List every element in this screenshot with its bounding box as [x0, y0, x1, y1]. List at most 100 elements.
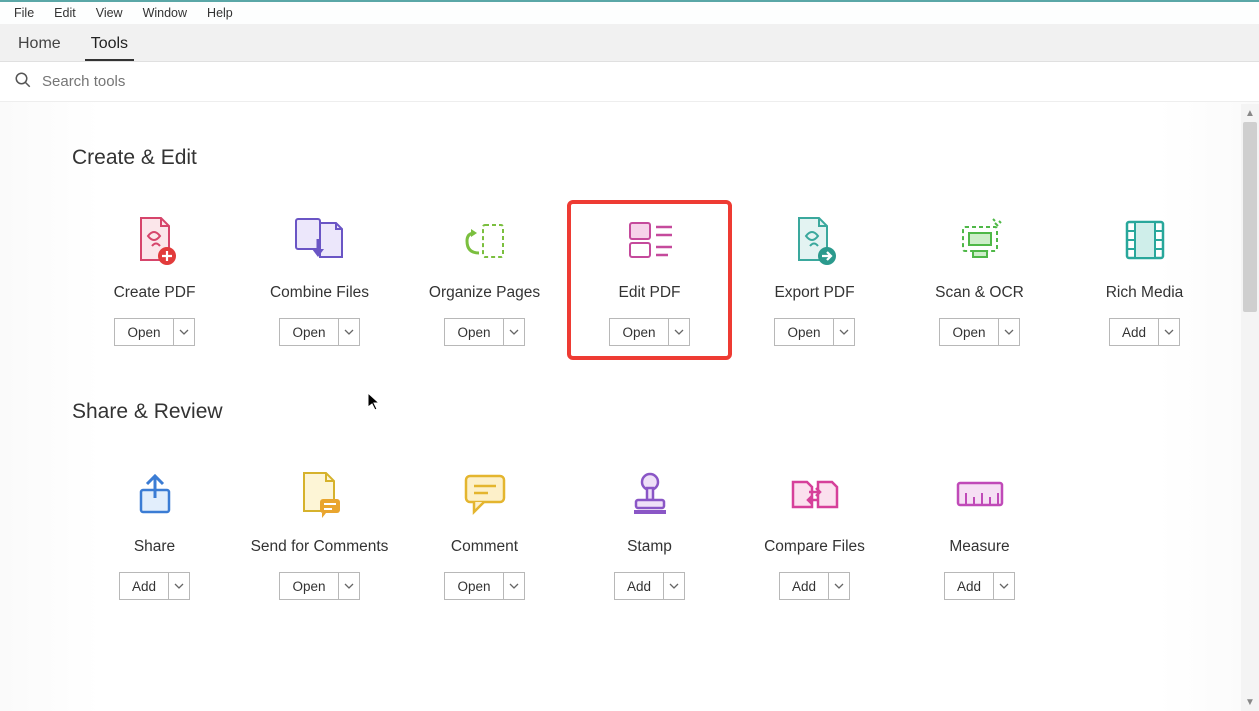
- dropdown-caret[interactable]: [1159, 319, 1179, 345]
- dropdown-caret[interactable]: [169, 573, 189, 599]
- scroll-down-icon[interactable]: ▼: [1241, 693, 1259, 711]
- tab-tools[interactable]: Tools: [85, 27, 134, 61]
- add-button[interactable]: Add: [945, 573, 994, 599]
- tool-share[interactable]: Share Add: [72, 454, 237, 600]
- scroll-up-icon[interactable]: ▲: [1241, 104, 1259, 122]
- tab-home[interactable]: Home: [12, 27, 67, 61]
- tool-actions: Open: [939, 318, 1019, 346]
- tool-actions: Open: [774, 318, 854, 346]
- tool-scan-ocr[interactable]: Scan & OCR Open: [897, 200, 1062, 360]
- tool-edit-pdf[interactable]: Edit PDF Open: [567, 200, 732, 360]
- section-title-share-review: Share & Review: [72, 400, 1199, 424]
- scrollbar[interactable]: ▲ ▼: [1241, 104, 1259, 711]
- menu-bar: File Edit View Window Help: [0, 0, 1259, 24]
- tool-label: Measure: [949, 538, 1009, 556]
- open-button[interactable]: Open: [280, 573, 338, 599]
- tool-create-pdf[interactable]: Create PDF Open: [72, 200, 237, 360]
- tool-label: Send for Comments: [251, 538, 389, 556]
- tool-label: Comment: [451, 538, 518, 556]
- nav-tabs: Home Tools: [0, 24, 1259, 62]
- tools-panel: Create & Edit Create PDF Open: [0, 102, 1259, 711]
- dropdown-caret[interactable]: [174, 319, 194, 345]
- dropdown-caret[interactable]: [669, 319, 689, 345]
- open-button[interactable]: Open: [775, 319, 833, 345]
- tool-label: Combine Files: [270, 284, 369, 302]
- export-pdf-icon: [785, 214, 845, 266]
- open-button[interactable]: Open: [610, 319, 668, 345]
- tool-label: Share: [134, 538, 175, 556]
- tool-label: Create PDF: [114, 284, 196, 302]
- tool-actions: Add: [1109, 318, 1180, 346]
- tool-label: Scan & OCR: [935, 284, 1024, 302]
- open-button[interactable]: Open: [445, 573, 503, 599]
- tool-label: Organize Pages: [429, 284, 540, 302]
- dropdown-caret[interactable]: [504, 319, 524, 345]
- combine-files-icon: [290, 214, 350, 266]
- create-pdf-icon: [125, 214, 185, 266]
- send-for-comments-icon: [290, 468, 350, 520]
- tool-rich-media[interactable]: Rich Media Add: [1062, 200, 1227, 360]
- scan-ocr-icon: [950, 214, 1010, 266]
- add-button[interactable]: Add: [1110, 319, 1159, 345]
- tool-label: Stamp: [627, 538, 672, 556]
- menu-window[interactable]: Window: [135, 4, 195, 22]
- tool-label: Edit PDF: [618, 284, 680, 302]
- tool-compare-files[interactable]: Compare Files Add: [732, 454, 897, 600]
- tool-label: Compare Files: [764, 538, 865, 556]
- dropdown-caret[interactable]: [339, 319, 359, 345]
- tool-send-for-comments[interactable]: Send for Comments Open: [237, 454, 402, 600]
- tool-label: Export PDF: [774, 284, 854, 302]
- section-create-edit: Create & Edit Create PDF Open: [72, 146, 1199, 360]
- tool-actions: Add: [119, 572, 190, 600]
- tool-actions: Open: [279, 572, 359, 600]
- open-button[interactable]: Open: [445, 319, 503, 345]
- open-button[interactable]: Open: [940, 319, 998, 345]
- open-button[interactable]: Open: [280, 319, 338, 345]
- menu-file[interactable]: File: [6, 4, 42, 22]
- share-icon: [125, 468, 185, 520]
- tool-actions: Open: [114, 318, 194, 346]
- tool-actions: Add: [779, 572, 850, 600]
- rich-media-icon: [1115, 214, 1175, 266]
- tool-actions: Open: [444, 318, 524, 346]
- tool-actions: Open: [444, 572, 524, 600]
- section-share-review: Share & Review Share Add: [72, 400, 1199, 600]
- open-button[interactable]: Open: [115, 319, 173, 345]
- search-input[interactable]: [42, 73, 442, 90]
- tool-combine-files[interactable]: Combine Files Open: [237, 200, 402, 360]
- dropdown-caret[interactable]: [339, 573, 359, 599]
- stamp-icon: [620, 468, 680, 520]
- tool-label: Rich Media: [1106, 284, 1184, 302]
- tool-actions: Open: [609, 318, 689, 346]
- add-button[interactable]: Add: [780, 573, 829, 599]
- scroll-thumb[interactable]: [1243, 122, 1257, 312]
- comment-icon: [455, 468, 515, 520]
- section-title-create-edit: Create & Edit: [72, 146, 1199, 170]
- dropdown-caret[interactable]: [829, 573, 849, 599]
- dropdown-caret[interactable]: [994, 573, 1014, 599]
- tool-stamp[interactable]: Stamp Add: [567, 454, 732, 600]
- menu-view[interactable]: View: [88, 4, 131, 22]
- tool-measure[interactable]: Measure Add: [897, 454, 1062, 600]
- tool-export-pdf[interactable]: Export PDF Open: [732, 200, 897, 360]
- organize-pages-icon: [455, 214, 515, 266]
- search-bar: [0, 62, 1259, 102]
- measure-icon: [950, 468, 1010, 520]
- menu-help[interactable]: Help: [199, 4, 241, 22]
- dropdown-caret[interactable]: [504, 573, 524, 599]
- add-button[interactable]: Add: [120, 573, 169, 599]
- dropdown-caret[interactable]: [834, 319, 854, 345]
- dropdown-caret[interactable]: [664, 573, 684, 599]
- tool-actions: Open: [279, 318, 359, 346]
- search-icon: [14, 71, 32, 92]
- tool-organize-pages[interactable]: Organize Pages Open: [402, 200, 567, 360]
- tool-actions: Add: [944, 572, 1015, 600]
- dropdown-caret[interactable]: [999, 319, 1019, 345]
- add-button[interactable]: Add: [615, 573, 664, 599]
- tool-comment[interactable]: Comment Open: [402, 454, 567, 600]
- menu-edit[interactable]: Edit: [46, 4, 84, 22]
- tool-row-create-edit: Create PDF Open: [72, 200, 1199, 360]
- tool-actions: Add: [614, 572, 685, 600]
- edit-pdf-icon: [620, 214, 680, 266]
- compare-files-icon: [785, 468, 845, 520]
